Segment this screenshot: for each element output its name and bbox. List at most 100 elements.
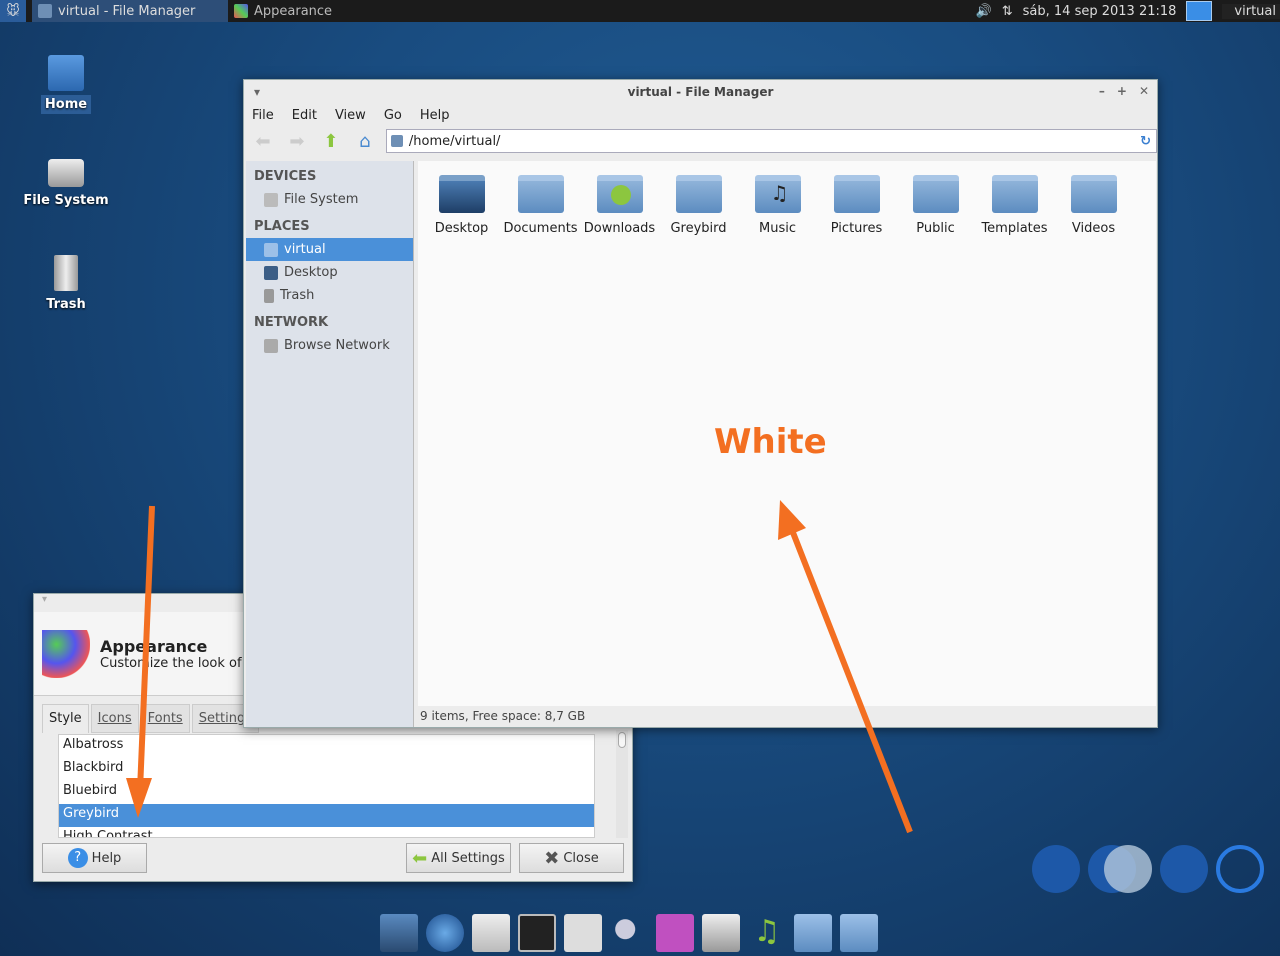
appearance-icon — [42, 629, 90, 678]
sidebar-heading: PLACES — [254, 219, 310, 234]
workspace-3[interactable] — [1160, 845, 1208, 893]
list-item[interactable]: High Contrast — [59, 827, 594, 837]
media-player-icon[interactable]: ♫ — [748, 914, 786, 952]
file-item-templates[interactable]: Templates — [975, 175, 1054, 236]
folder-icon — [390, 135, 403, 147]
xfce-menu-icon[interactable]: 🐭 — [0, 0, 26, 22]
file-item-public[interactable]: Public — [896, 175, 975, 236]
help-button[interactable]: ? Help — [42, 843, 147, 873]
close-icon: ✖ — [544, 847, 560, 869]
close-icon[interactable]: ✕ — [1139, 84, 1149, 98]
home-icon[interactable]: ⌂ — [352, 130, 378, 152]
user-menu[interactable]: virtual — [1222, 3, 1280, 19]
list-item[interactable]: Blackbird — [59, 758, 594, 781]
location-bar[interactable]: /home/virtual/ ↻ — [385, 129, 1157, 153]
folder-icon — [38, 4, 52, 18]
home-icon — [264, 242, 278, 257]
menu-file[interactable]: File — [252, 108, 274, 123]
drive-icon — [48, 159, 84, 187]
maximize-icon[interactable]: + — [1117, 84, 1127, 98]
public-folder-icon — [912, 175, 959, 213]
close-button[interactable]: ✖ Close — [519, 843, 624, 873]
desktop-icon-trash[interactable]: Trash — [21, 255, 111, 312]
menu-view[interactable]: View — [335, 108, 366, 123]
file-item-greybird[interactable]: Greybird — [659, 175, 738, 236]
menu-go[interactable]: Go — [384, 108, 402, 123]
help-icon: ? — [67, 848, 88, 868]
home-folder-icon — [48, 55, 84, 91]
text-editor-icon[interactable] — [702, 914, 740, 952]
forward-icon[interactable]: ➡ — [284, 130, 310, 152]
terminal-icon[interactable] — [518, 914, 556, 952]
up-icon[interactable]: ⬆ — [318, 130, 344, 152]
sidebar-item-virtual[interactable]: virtual — [246, 238, 413, 261]
sidebar-item-desktop[interactable]: Desktop — [246, 261, 413, 284]
scrollbar[interactable] — [616, 730, 628, 838]
file-item-desktop[interactable]: Desktop — [422, 175, 501, 236]
tab-icons[interactable]: Icons — [90, 704, 139, 733]
trash-icon — [54, 255, 78, 291]
file-item-music[interactable]: ♫ Music — [738, 175, 817, 236]
settings-manager-icon[interactable] — [564, 914, 602, 952]
dock: ♫ — [380, 914, 878, 952]
pictures-folder-icon — [833, 175, 880, 213]
workspace-1[interactable] — [1032, 845, 1080, 893]
top-panel: 🐭 virtual - File Manager Appearance 🔊 ⇅ … — [0, 0, 1280, 22]
sidebar: DEVICES File System PLACES virtual Deskt… — [246, 161, 414, 727]
workspace-current[interactable] — [1104, 845, 1152, 893]
menu-help[interactable]: Help — [420, 108, 450, 123]
sidebar-heading: NETWORK — [254, 315, 329, 330]
templates-folder-icon — [991, 175, 1038, 213]
trash-icon — [264, 288, 274, 303]
list-item[interactable]: Bluebird — [59, 781, 594, 804]
window-menu-icon[interactable]: ▾ — [254, 85, 260, 99]
download-icon[interactable] — [656, 914, 694, 952]
workspace-4[interactable] — [1216, 845, 1264, 893]
network-icon[interactable]: ⇅ — [1002, 4, 1013, 19]
sidebar-item-file-system[interactable]: File System — [246, 188, 413, 211]
downloads-folder-icon — [596, 175, 643, 213]
style-list[interactable]: Albatross Blackbird Bluebird Greybird Hi… — [58, 734, 595, 838]
task-file-manager[interactable]: virtual - File Manager — [32, 0, 228, 22]
appearance-icon — [234, 4, 248, 18]
file-item-videos[interactable]: Videos — [1054, 175, 1133, 236]
drive-icon — [264, 192, 278, 207]
sidebar-item-browse-network[interactable]: Browse Network — [246, 334, 413, 357]
web-browser-icon[interactable] — [426, 914, 464, 952]
volume-icon[interactable]: 🔊 — [976, 4, 992, 19]
workspace-switcher-icon[interactable] — [1186, 1, 1213, 21]
clock[interactable]: sáb, 14 sep 2013 21:18 — [1023, 4, 1177, 19]
music-folder-icon: ♫ — [754, 175, 801, 213]
file-manager-icon[interactable] — [840, 914, 878, 952]
documents-folder-icon — [517, 175, 564, 213]
desktop-icon-home[interactable]: Home — [21, 55, 111, 114]
mail-icon[interactable] — [472, 914, 510, 952]
desktop-icon — [264, 265, 278, 280]
folder-icon — [675, 175, 722, 213]
file-manager-window: ▾ virtual - File Manager – + ✕ File Edit V… — [243, 79, 1158, 728]
search-icon[interactable] — [610, 914, 648, 952]
status-bar: 9 items, Free space: 8,7 GB — [420, 709, 586, 723]
menu-edit[interactable]: Edit — [292, 108, 317, 123]
minimize-icon[interactable]: – — [1099, 84, 1105, 98]
menu-bar: File Edit View Go Help — [244, 104, 1157, 126]
reload-icon[interactable]: ↻ — [1140, 134, 1151, 149]
network-folder-icon — [264, 338, 278, 353]
tab-fonts[interactable]: Fonts — [140, 704, 190, 733]
folder-search-icon[interactable] — [794, 914, 832, 952]
file-item-pictures[interactable]: Pictures — [817, 175, 896, 236]
tab-style[interactable]: Style — [42, 704, 89, 733]
list-item-selected[interactable]: Greybird — [59, 804, 594, 827]
back-icon[interactable]: ⬅ — [250, 130, 276, 152]
file-item-downloads[interactable]: Downloads — [580, 175, 659, 236]
title-bar[interactable]: ▾ virtual - File Manager – + ✕ — [244, 80, 1157, 104]
all-settings-button[interactable]: ⬅ All Settings — [406, 843, 511, 873]
desktop-icon-filesystem[interactable]: File System — [21, 155, 111, 208]
file-item-documents[interactable]: Documents — [501, 175, 580, 236]
sidebar-item-trash[interactable]: Trash — [246, 284, 413, 307]
task-appearance[interactable]: Appearance — [228, 0, 338, 22]
desktop-folder-icon — [438, 175, 485, 213]
list-item[interactable]: Albatross — [59, 735, 594, 758]
sidebar-heading: DEVICES — [254, 169, 317, 184]
show-desktop-icon[interactable] — [380, 914, 418, 952]
